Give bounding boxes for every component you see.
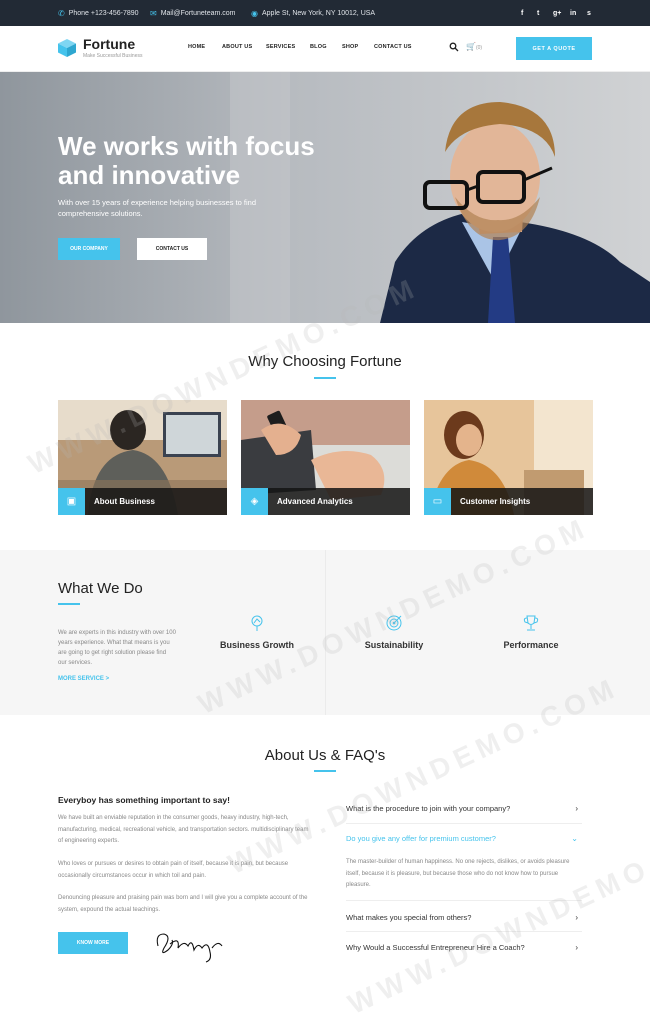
wwd-divider bbox=[325, 550, 326, 715]
wwd-description: We are experts in this industry with ove… bbox=[58, 630, 176, 666]
feature-label: Performance bbox=[503, 640, 559, 650]
growth-icon bbox=[251, 615, 263, 631]
faq-item-active[interactable]: Do you give any offer for premium custom… bbox=[346, 834, 578, 843]
chevron-right-icon[interactable]: › bbox=[575, 804, 578, 813]
nav-services[interactable]: SERVICES bbox=[266, 44, 295, 50]
feature-performance[interactable]: Performance bbox=[476, 614, 586, 650]
linkedin-icon[interactable]: in bbox=[570, 0, 576, 26]
skype-icon[interactable]: s bbox=[587, 0, 591, 26]
about-title-underline bbox=[314, 770, 336, 772]
chevron-down-icon[interactable]: ⌄ bbox=[571, 834, 578, 843]
feature-label: Business Growth bbox=[219, 640, 294, 650]
feature-sustainability[interactable]: Sustainability bbox=[339, 614, 449, 650]
why-title-underline bbox=[314, 377, 336, 379]
cart-count: (0) bbox=[475, 45, 483, 51]
feature-label: Sustainability bbox=[364, 640, 424, 650]
faq-question[interactable]: Do you give any offer for premium custom… bbox=[346, 834, 496, 843]
layers-icon: ◈ bbox=[241, 488, 268, 515]
logo-cube-icon[interactable] bbox=[57, 38, 77, 58]
card-label: About Business bbox=[94, 497, 155, 506]
trophy-icon bbox=[523, 615, 539, 631]
presentation-icon: ▣ bbox=[58, 488, 85, 515]
top-bar: ✆ Phone +123-456-7890 ✉ Mail@Fortuneteam… bbox=[0, 0, 650, 26]
about-paragraph: We have built an enviable reputation in … bbox=[58, 815, 309, 844]
chevron-right-icon[interactable]: › bbox=[575, 943, 578, 952]
wwd-title-underline bbox=[58, 603, 80, 605]
about-paragraph: Who loves or pursues or desires to obtai… bbox=[58, 861, 289, 879]
faq-item[interactable]: What is the procedure to join with your … bbox=[346, 804, 578, 813]
card-label: Advanced Analytics bbox=[277, 497, 353, 506]
card-caption-bar: ▭ Customer Insights bbox=[424, 488, 593, 515]
get-quote-button[interactable]: GET A QUOTE bbox=[516, 37, 592, 60]
faq-divider bbox=[346, 931, 582, 932]
signature-image bbox=[156, 933, 223, 963]
card-customer-insights[interactable]: ▭ Customer Insights bbox=[424, 400, 593, 515]
address-info: ◉ Apple St, New York, NY 10012, USA bbox=[251, 0, 375, 26]
card-advanced-analytics[interactable]: ◈ Advanced Analytics bbox=[241, 400, 410, 515]
card-caption-bar: ◈ Advanced Analytics bbox=[241, 488, 410, 515]
chevron-right-icon[interactable]: › bbox=[575, 913, 578, 922]
target-icon bbox=[386, 615, 402, 631]
monitor-icon: ▭ bbox=[424, 488, 451, 515]
card-label: Customer Insights bbox=[460, 497, 531, 506]
faq-question[interactable]: What makes you special from others? bbox=[346, 913, 471, 922]
faq-item[interactable]: What makes you special from others? › bbox=[346, 913, 578, 922]
about-section-title: About Us & FAQ's bbox=[264, 747, 386, 764]
wwd-title: What We Do bbox=[58, 580, 143, 597]
nav-home[interactable]: HOME bbox=[188, 44, 205, 50]
nav-blog[interactable]: BLOG bbox=[310, 44, 327, 50]
phone-info: ✆ Phone +123-456-7890 bbox=[58, 0, 139, 26]
card-about-business[interactable]: ▣ About Business bbox=[58, 400, 227, 515]
hero-title: We works with focus and innovative bbox=[58, 131, 315, 190]
card-caption-bar: ▣ About Business bbox=[58, 488, 227, 515]
search-icon[interactable] bbox=[449, 42, 459, 52]
email-text[interactable]: Mail@Fortuneteam.com bbox=[161, 10, 236, 17]
address-text: Apple St, New York, NY 10012, USA bbox=[261, 9, 376, 17]
faq-divider bbox=[346, 900, 582, 901]
phone-icon: ✆ bbox=[58, 8, 65, 18]
twitter-icon[interactable]: t bbox=[537, 0, 539, 26]
our-company-button[interactable]: OUR COMPANY bbox=[58, 238, 120, 260]
google-plus-icon[interactable]: g+ bbox=[553, 0, 561, 26]
facebook-icon[interactable]: f bbox=[521, 0, 523, 26]
more-service-link[interactable]: MORE SERVICE > bbox=[58, 676, 109, 682]
feature-business-growth[interactable]: Business Growth bbox=[202, 614, 312, 650]
cart-button[interactable]: 🛒(0) bbox=[466, 42, 482, 51]
faq-answer: The master-builder of human happiness. N… bbox=[346, 859, 570, 888]
email-info[interactable]: ✉ Mail@Fortuneteam.com bbox=[150, 0, 236, 26]
nav-shop[interactable]: SHOP bbox=[342, 44, 358, 50]
globe-icon: ◉ bbox=[251, 8, 258, 18]
faq-item[interactable]: Why Would a Successful Entrepreneur Hire… bbox=[346, 943, 578, 952]
nav-about[interactable]: ABOUT US bbox=[222, 44, 252, 50]
phone-text: Phone +123-456-7890 bbox=[68, 9, 139, 17]
faq-question[interactable]: Why Would a Successful Entrepreneur Hire… bbox=[346, 943, 525, 952]
logo-tagline: Make Successful Business bbox=[83, 53, 143, 59]
faq-question[interactable]: What is the procedure to join with your … bbox=[346, 804, 510, 813]
why-section-title: Why Choosing Fortune bbox=[248, 353, 402, 370]
logo-name[interactable]: Fortune bbox=[83, 36, 135, 52]
faq-divider bbox=[346, 823, 582, 824]
cart-icon: 🛒 bbox=[466, 42, 476, 51]
know-more-button[interactable]: KNOW MORE bbox=[58, 932, 128, 954]
nav-contact[interactable]: CONTACT US bbox=[374, 44, 412, 50]
about-paragraph: Denouncing pleasure and praising pain wa… bbox=[58, 895, 308, 913]
mail-icon: ✉ bbox=[150, 8, 157, 18]
hero-subtitle: With over 15 years of experience helping… bbox=[58, 198, 257, 218]
about-heading: Everyboy has something important to say! bbox=[58, 795, 230, 805]
contact-us-button[interactable]: CONTACT US bbox=[137, 238, 207, 260]
